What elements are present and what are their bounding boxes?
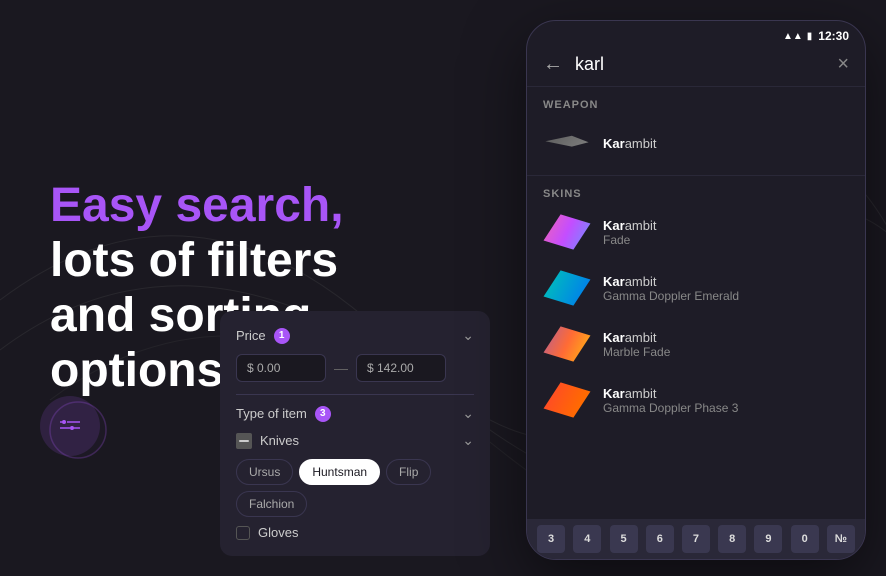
key-6[interactable]: 6 — [646, 525, 674, 553]
phase3-image — [543, 382, 591, 418]
result-item-karambit-marble[interactable]: Karambit Marble Fade — [527, 316, 865, 372]
headline-line2: lots of filters — [50, 234, 338, 287]
result-item-karambit-phase3[interactable]: Karambit Gamma Doppler Phase 3 — [527, 372, 865, 428]
key-8[interactable]: 8 — [718, 525, 746, 553]
result-text-fade: Karambit Fade — [603, 218, 656, 247]
type-header: Type of item 3 ⌄ — [236, 405, 474, 422]
knives-icon — [236, 433, 252, 449]
price-inputs: $ 0.00 — $ 142.00 — [236, 354, 474, 382]
result-thumb-gamma — [543, 270, 591, 306]
gloves-label: Gloves — [258, 525, 298, 540]
tag-falchion[interactable]: Falchion — [236, 491, 307, 517]
back-button[interactable]: ← — [543, 53, 563, 76]
ambit-weapon: ambit — [625, 136, 657, 151]
price-max-input[interactable]: $ 142.00 — [356, 354, 446, 382]
result-name-gamma: Karambit — [603, 274, 739, 289]
battery-icon: ▮ — [807, 31, 813, 42]
search-divider — [527, 86, 865, 87]
phone-mockup: ▲▲ ▮ 12:30 ← karl × WEAPON Karambit SKIN… — [526, 20, 866, 560]
result-text-phase3: Karambit Gamma Doppler Phase 3 — [603, 386, 738, 415]
search-value[interactable]: karl — [575, 54, 604, 75]
key-num[interactable]: № — [827, 525, 855, 553]
clear-button[interactable]: × — [837, 53, 849, 76]
result-name-phase3: Karambit — [603, 386, 738, 401]
result-item-karambit-gamma[interactable]: Karambit Gamma Doppler Emerald — [527, 260, 865, 316]
result-thumb-marble — [543, 326, 591, 362]
price-min-input[interactable]: $ 0.00 — [236, 354, 326, 382]
filter-panel: Price 1 ⌄ $ 0.00 — $ 142.00 Type of item… — [220, 311, 490, 556]
key-4[interactable]: 4 — [573, 525, 601, 553]
headline-line4: options — [50, 344, 223, 397]
key-9[interactable]: 9 — [754, 525, 782, 553]
weapon-section-header: WEAPON — [527, 91, 865, 115]
search-results[interactable]: WEAPON Karambit SKINS Karambit F — [527, 91, 865, 529]
status-time: 12:30 — [818, 29, 849, 43]
key-3[interactable]: 3 — [537, 525, 565, 553]
tag-flip[interactable]: Flip — [386, 459, 431, 485]
filter-icon — [58, 414, 82, 438]
tag-huntsman[interactable]: Huntsman — [299, 459, 380, 485]
result-thumb-fade — [543, 214, 591, 250]
filter-icon-container[interactable] — [40, 396, 100, 456]
tag-ursus[interactable]: Ursus — [236, 459, 293, 485]
fade-image — [543, 214, 591, 250]
result-thumb-phase3 — [543, 382, 591, 418]
skins-section-header: SKINS — [527, 180, 865, 204]
price-label: Price — [236, 328, 266, 343]
result-sub-marble: Marble Fade — [603, 345, 670, 359]
result-name-marble: Karambit — [603, 330, 670, 345]
price-badge: 1 — [274, 328, 290, 344]
keyboard-row: 3 4 5 6 7 8 9 0 № — [527, 519, 865, 559]
key-0[interactable]: 0 — [791, 525, 819, 553]
result-thumb-weapon — [543, 125, 591, 161]
gloves-row: Gloves — [236, 525, 474, 540]
weapon-image — [543, 125, 591, 161]
knives-label: Knives — [260, 433, 299, 448]
price-dash: — — [334, 360, 348, 376]
status-icons: ▲▲ ▮ — [783, 31, 812, 42]
knives-chevron-icon[interactable]: ⌄ — [462, 432, 474, 449]
marble-image — [543, 326, 591, 362]
price-row: Price 1 ⌄ — [236, 327, 474, 344]
result-item-karambit-fade[interactable]: Karambit Fade — [527, 204, 865, 260]
result-sub-phase3: Gamma Doppler Phase 3 — [603, 401, 738, 415]
headline-highlight: Easy search, — [50, 179, 344, 232]
result-item-karambit-weapon[interactable]: Karambit — [527, 115, 865, 171]
result-text-gamma: Karambit Gamma Doppler Emerald — [603, 274, 739, 303]
key-5[interactable]: 5 — [610, 525, 638, 553]
section-divider — [527, 175, 865, 176]
kar-highlight-weapon: Kar — [603, 136, 625, 151]
result-text-marble: Karambit Marble Fade — [603, 330, 670, 359]
result-sub-fade: Fade — [603, 233, 656, 247]
type-label: Type of item — [236, 406, 307, 421]
knives-row: Knives ⌄ — [236, 432, 474, 449]
result-name-weapon: Karambit — [603, 136, 656, 151]
type-badge: 3 — [315, 406, 331, 422]
knife-tags: Ursus Huntsman Flip Falchion — [236, 459, 474, 517]
result-name-fade: Karambit — [603, 218, 656, 233]
key-7[interactable]: 7 — [682, 525, 710, 553]
type-section: Type of item 3 ⌄ Knives ⌄ Ursus Huntsman… — [236, 394, 474, 540]
status-bar: ▲▲ ▮ 12:30 — [527, 21, 865, 47]
phone-search-bar: ← karl × — [527, 47, 865, 82]
wifi-icon: ▲▲ — [783, 31, 803, 42]
price-chevron-icon[interactable]: ⌄ — [462, 327, 474, 344]
gloves-checkbox[interactable] — [236, 526, 250, 540]
result-sub-gamma: Gamma Doppler Emerald — [603, 289, 739, 303]
gamma-image — [543, 270, 591, 306]
result-text-weapon: Karambit — [603, 136, 656, 151]
type-chevron-icon[interactable]: ⌄ — [462, 405, 474, 422]
